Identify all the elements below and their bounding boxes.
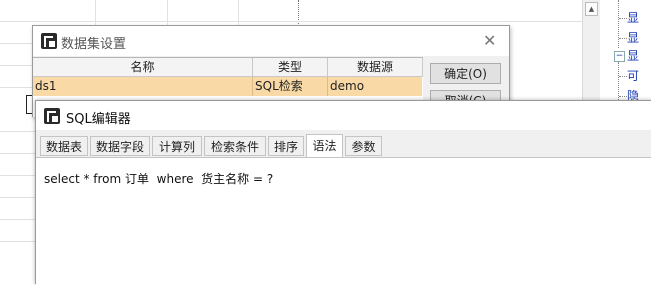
grid-line xyxy=(0,65,32,66)
tab-parameters[interactable]: 参数 xyxy=(345,136,382,156)
column-header-source[interactable]: 数据源 xyxy=(328,58,423,77)
sql-editor-dialog: SQL编辑器 数据表 数据字段 计算列 检索条件 排序 语法 参数 select… xyxy=(35,100,651,285)
grid-line xyxy=(0,153,35,154)
grid-line xyxy=(0,175,35,176)
cell-source[interactable]: demo xyxy=(328,77,422,96)
tree-connector xyxy=(619,96,627,97)
dialog-title: 数据集设置 xyxy=(61,37,127,52)
sql-query-text[interactable]: select * from 订单 where 货主名称 = ? xyxy=(44,170,273,187)
grid-line xyxy=(0,131,35,132)
tree-item[interactable]: 显 xyxy=(627,30,639,46)
tree-item[interactable]: 显 xyxy=(627,48,639,64)
tab-data-fields[interactable]: 数据字段 xyxy=(90,136,150,156)
tab-data-table[interactable]: 数据表 xyxy=(40,136,88,156)
column-header-name[interactable]: 名称 xyxy=(33,58,253,77)
grid-line xyxy=(0,197,35,198)
tree-item[interactable]: 显 xyxy=(627,10,639,26)
tab-computed-columns[interactable]: 计算列 xyxy=(152,136,202,156)
app-logo-icon xyxy=(44,108,60,124)
tree-connector xyxy=(619,18,627,19)
grid-line xyxy=(0,219,35,220)
grid-line xyxy=(0,21,582,22)
tree-connector xyxy=(618,0,619,48)
grid-line xyxy=(0,241,35,242)
dialog-title-bar[interactable]: SQL编辑器 xyxy=(36,101,651,130)
tree-connector xyxy=(619,38,627,39)
scroll-up-arrow-icon[interactable]: ▲ xyxy=(585,2,598,16)
close-icon[interactable]: ✕ xyxy=(483,31,496,50)
dialog-title: SQL编辑器 xyxy=(66,112,131,127)
tree-connector xyxy=(619,76,627,77)
tab-sort[interactable]: 排序 xyxy=(268,136,304,156)
tree-item[interactable]: 可 xyxy=(627,68,639,84)
cell-type[interactable]: SQL检索 xyxy=(253,77,328,96)
tree-collapse-icon[interactable]: − xyxy=(614,51,625,62)
grid-line xyxy=(0,43,32,44)
column-header-type[interactable]: 类型 xyxy=(253,58,328,77)
tab-syntax[interactable]: 语法 xyxy=(306,134,343,157)
ok-button[interactable]: 确定(O) xyxy=(430,63,501,84)
dialog-title-bar[interactable]: 数据集设置 ✕ xyxy=(33,26,509,56)
tab-search-conditions[interactable]: 检索条件 xyxy=(204,136,266,156)
grid-line xyxy=(0,87,32,88)
cell-name[interactable]: ds1 xyxy=(33,77,253,96)
app-logo-icon xyxy=(41,33,57,49)
sql-text-area[interactable]: select * from 订单 where 货主名称 = ? xyxy=(36,157,651,285)
